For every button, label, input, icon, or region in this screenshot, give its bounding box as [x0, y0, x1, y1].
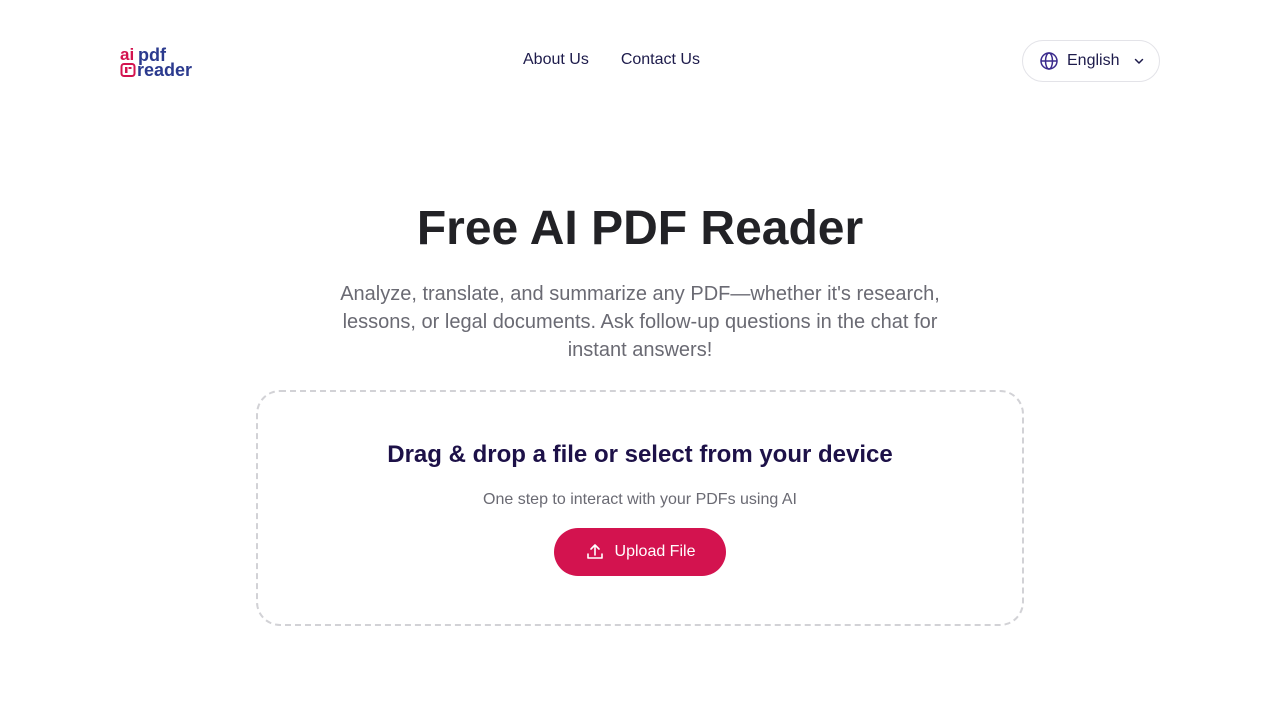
language-selector[interactable]: English	[1022, 40, 1160, 82]
nav-about-us[interactable]: About Us	[523, 50, 589, 70]
globe-icon	[1040, 52, 1058, 70]
nav-contact-us[interactable]: Contact Us	[621, 50, 700, 70]
file-dropzone[interactable]: Drag & drop a file or select from your d…	[256, 390, 1024, 626]
dropzone-subtitle: One step to interact with your PDFs usin…	[483, 491, 797, 508]
upload-icon	[586, 544, 603, 559]
hero-subtitle: Analyze, translate, and summarize any PD…	[340, 283, 940, 361]
logo-text-reader: reader	[137, 60, 192, 79]
logo[interactable]: ai pdf reader	[120, 45, 204, 79]
logo-mark: ai pdf reader	[120, 45, 192, 79]
document-icon	[120, 63, 136, 77]
upload-file-button[interactable]: Upload File	[554, 528, 726, 576]
page-title: Free AI PDF Reader	[416, 202, 864, 255]
logo-text-ai: ai	[120, 45, 134, 64]
chevron-down-icon	[1135, 58, 1144, 64]
language-label: English	[1067, 52, 1120, 69]
upload-file-label: Upload File	[614, 543, 696, 560]
dropzone-title: Drag & drop a file or select from your d…	[387, 441, 893, 468]
top-nav: About Us Contact Us	[523, 50, 700, 70]
